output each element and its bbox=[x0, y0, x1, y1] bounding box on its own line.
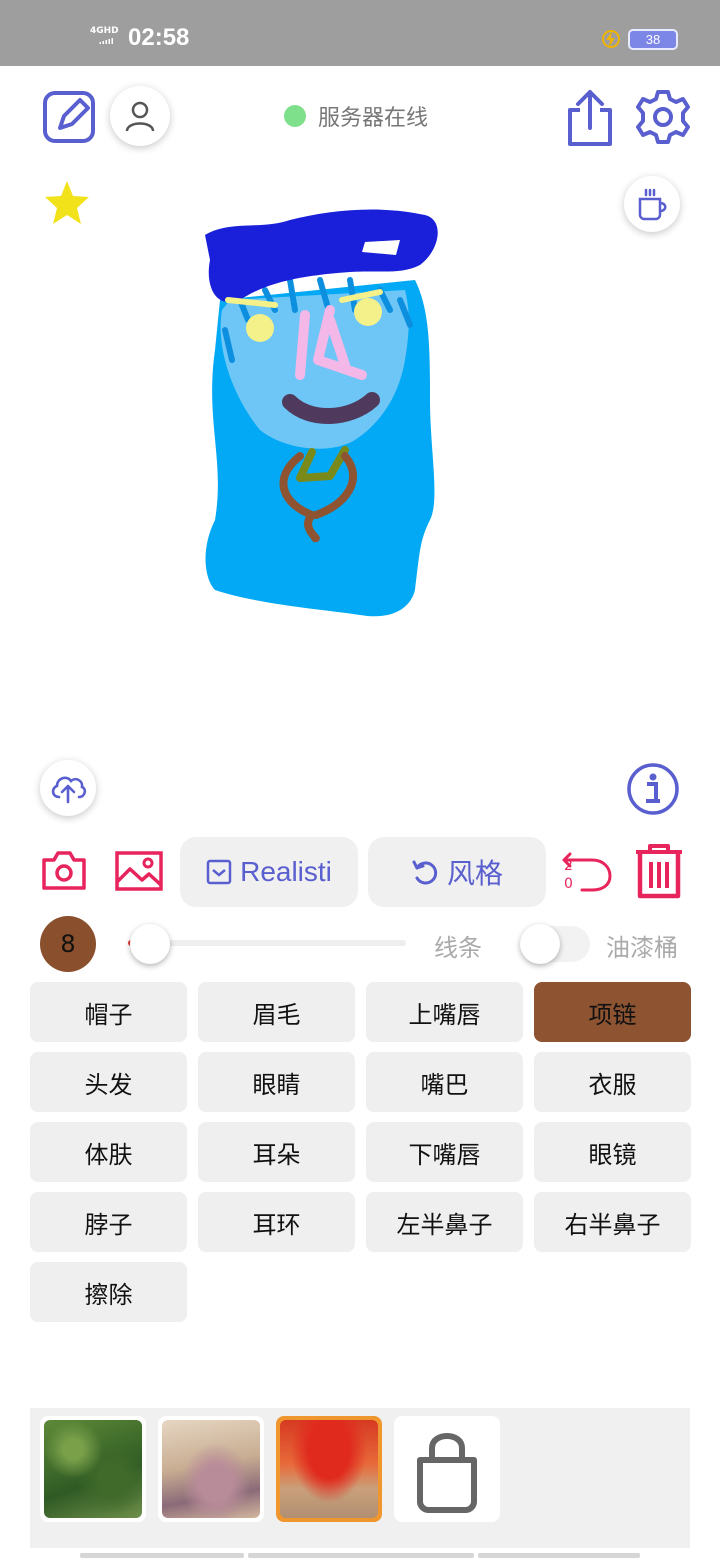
drawing-canvas[interactable] bbox=[0, 160, 720, 816]
brush-size-badge: 8 bbox=[40, 916, 96, 972]
part-button-17[interactable]: 擦除 bbox=[30, 1262, 187, 1322]
part-button-9[interactable]: 体肤 bbox=[30, 1122, 187, 1182]
trash-icon[interactable] bbox=[632, 842, 686, 900]
style-button[interactable]: 风格 bbox=[368, 837, 546, 907]
part-button-16[interactable]: 右半鼻子 bbox=[534, 1192, 691, 1252]
network-indicator: 4GHD bbox=[90, 26, 119, 36]
part-button-2[interactable]: 眉毛 bbox=[198, 982, 355, 1042]
mode-line-label: 线条 bbox=[434, 934, 482, 962]
slider-handle[interactable] bbox=[130, 924, 171, 964]
part-button-5[interactable]: 头发 bbox=[30, 1052, 187, 1112]
camera-icon[interactable] bbox=[40, 848, 88, 894]
toggle-knob[interactable] bbox=[520, 924, 560, 964]
gear-icon[interactable] bbox=[634, 88, 692, 146]
undo-count-top: 2 bbox=[564, 858, 573, 874]
thumb-image bbox=[44, 1420, 142, 1518]
sketch-drawing bbox=[205, 209, 438, 617]
clock: 02:58 bbox=[128, 24, 190, 51]
profile-button[interactable] bbox=[110, 86, 170, 146]
part-button-12[interactable]: 眼镜 bbox=[534, 1122, 691, 1182]
image-icon[interactable] bbox=[114, 850, 164, 892]
part-button-3[interactable]: 上嘴唇 bbox=[366, 982, 523, 1042]
info-icon[interactable] bbox=[626, 762, 680, 816]
undo-button[interactable]: 2 0 bbox=[560, 842, 616, 898]
status-dot bbox=[284, 105, 306, 127]
part-button-6[interactable]: 眼睛 bbox=[198, 1052, 355, 1112]
part-button-15[interactable]: 左半鼻子 bbox=[366, 1192, 523, 1252]
battery-indicator: 38 bbox=[628, 29, 678, 50]
style-thumbnail-strip bbox=[30, 1408, 690, 1548]
scroll-indicator bbox=[248, 1553, 474, 1558]
style-thumb-green-foliage[interactable] bbox=[40, 1416, 146, 1522]
status-bar: 4GHD 02:58 38 bbox=[0, 0, 720, 66]
coffee-cup-icon bbox=[638, 188, 667, 221]
part-button-10[interactable]: 耳朵 bbox=[198, 1122, 355, 1182]
star-icon[interactable] bbox=[42, 178, 92, 228]
part-button-1[interactable]: 帽子 bbox=[30, 982, 187, 1042]
cloud-upload-icon bbox=[51, 776, 87, 804]
thumb-image bbox=[280, 1420, 378, 1518]
part-button-8[interactable]: 衣服 bbox=[534, 1052, 691, 1112]
undo-count-bottom: 0 bbox=[564, 876, 573, 892]
coffee-button[interactable] bbox=[624, 176, 680, 232]
part-button-14[interactable]: 耳环 bbox=[198, 1192, 355, 1252]
part-button-4[interactable]: 项链 bbox=[534, 982, 691, 1042]
share-icon[interactable] bbox=[564, 88, 616, 148]
thumb-image bbox=[162, 1420, 260, 1518]
part-button-11[interactable]: 下嘴唇 bbox=[366, 1122, 523, 1182]
mode-bucket-label: 油漆桶 bbox=[606, 934, 678, 962]
part-button-13[interactable]: 脖子 bbox=[30, 1192, 187, 1252]
charging-bolt-icon bbox=[602, 30, 620, 48]
scroll-indicator bbox=[80, 1553, 244, 1558]
refresh-icon bbox=[412, 860, 438, 885]
style-thumb-red-tree[interactable] bbox=[276, 1416, 382, 1522]
upload-button[interactable] bbox=[40, 760, 96, 816]
checkbox-icon bbox=[206, 859, 232, 885]
user-icon bbox=[125, 101, 155, 132]
part-button-7[interactable]: 嘴巴 bbox=[366, 1052, 523, 1112]
signal-icon bbox=[99, 38, 113, 44]
style-thumb-rock-flowers[interactable] bbox=[158, 1416, 264, 1522]
style-button-label: 风格 bbox=[446, 858, 503, 889]
shop-bag-button[interactable] bbox=[394, 1416, 500, 1522]
server-status: 服务器在线 bbox=[284, 100, 428, 132]
edit-pen-icon[interactable] bbox=[42, 88, 98, 144]
style-mode-selector[interactable]: Realisti bbox=[180, 837, 358, 907]
server-status-text: 服务器在线 bbox=[318, 106, 429, 131]
part-selector-grid: 帽子 眉毛 上嘴唇 项链 头发 眼睛 嘴巴 衣服 体肤 耳朵 下嘴唇 眼镜 脖子… bbox=[30, 982, 691, 1322]
scroll-indicator bbox=[478, 1553, 640, 1558]
style-mode-label: Realisti bbox=[240, 856, 332, 887]
shop-bag-icon bbox=[417, 1433, 477, 1513]
